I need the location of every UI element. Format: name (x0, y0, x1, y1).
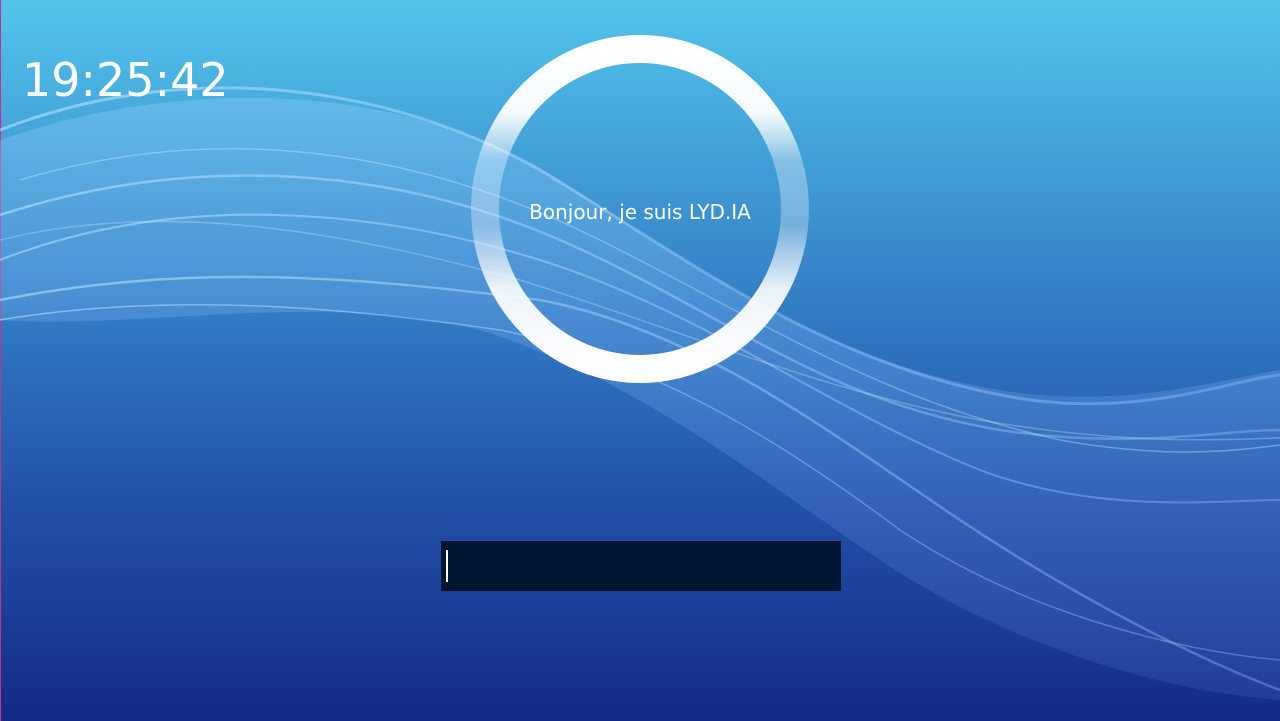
assistant-greeting: Bonjour, je suis LYD.IA (529, 200, 751, 224)
text-caret (446, 550, 448, 582)
command-input[interactable] (441, 541, 841, 591)
command-input-box[interactable] (441, 541, 841, 591)
clock: 19:25:42 (22, 53, 229, 107)
